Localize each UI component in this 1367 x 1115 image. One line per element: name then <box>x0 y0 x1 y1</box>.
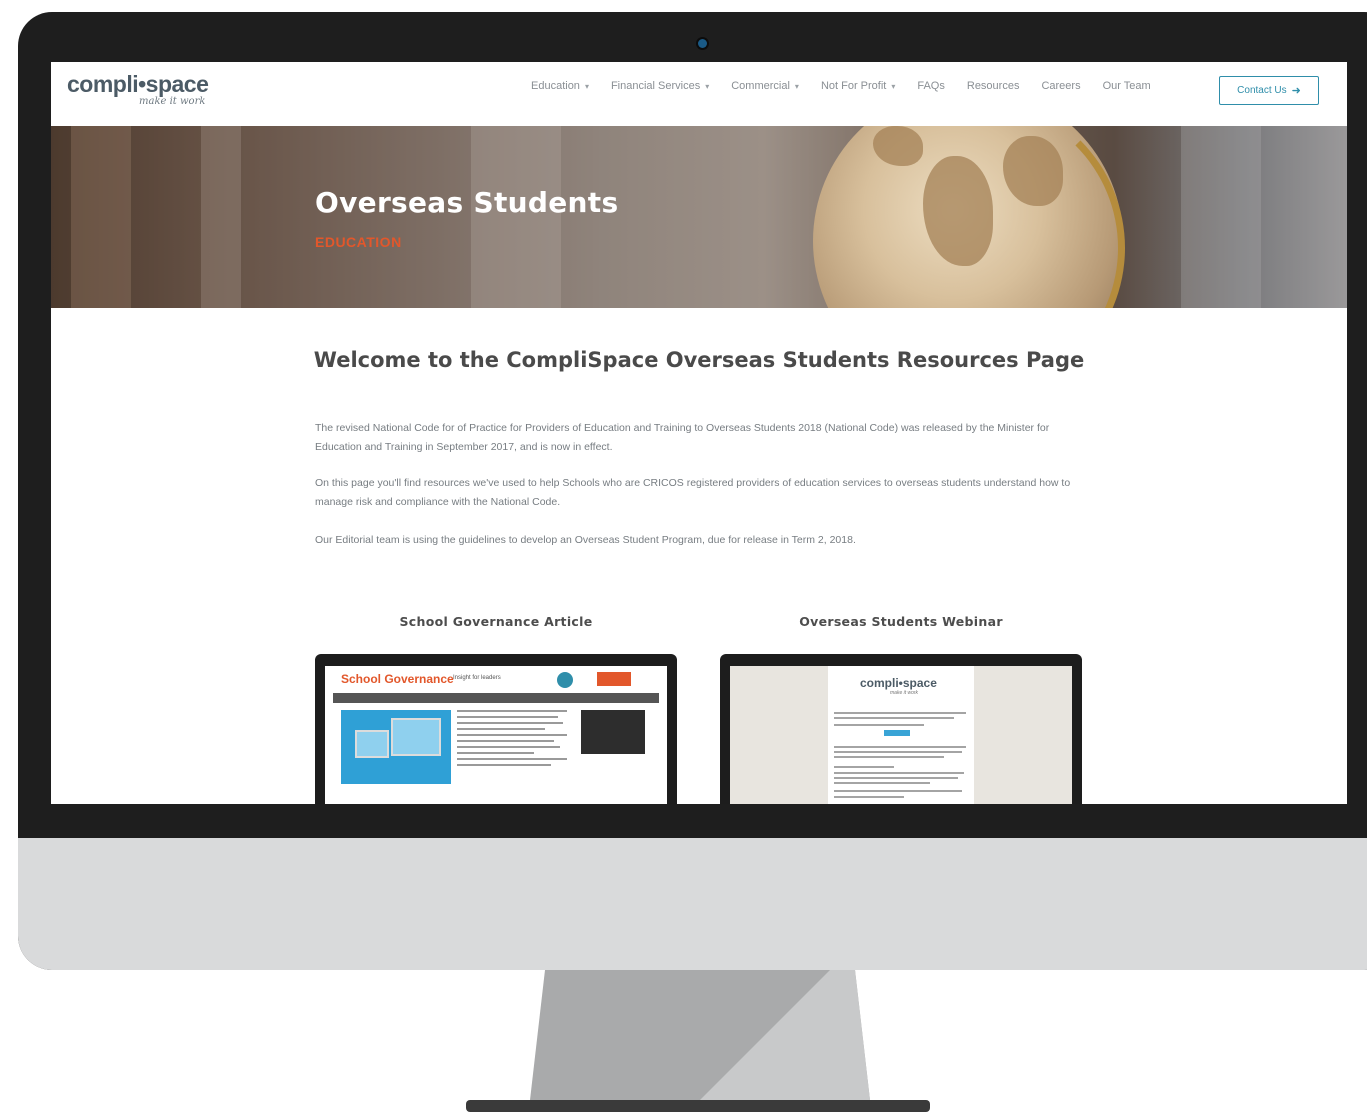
nav-item-label: Commercial <box>731 80 790 92</box>
nav-item-label: Not For Profit <box>820 80 887 92</box>
thumbnail-side-panel <box>974 666 1072 804</box>
hero-overlay <box>51 126 1347 308</box>
main-navigation: Education ▾ Financial Services ▾ Commerc… <box>531 80 1173 92</box>
chevron-down-icon: ▾ <box>705 81 710 91</box>
webinar-thumbnail[interactable]: compli•space make it work <box>720 654 1082 804</box>
thumbnail-tagline: Insight for leaders <box>453 675 501 681</box>
nav-item-label: Resources <box>966 80 1020 92</box>
thumbnail-register-button <box>884 730 910 736</box>
nav-item-not-for-profit[interactable]: Not For Profit ▾ <box>821 80 895 92</box>
page-category: EDUCATION <box>315 234 402 250</box>
browser-viewport: compli•space make it work Education ▾ Fi… <box>51 62 1347 804</box>
thumbnail-title: School Governance <box>341 672 454 686</box>
chevron-down-icon: ▾ <box>584 81 589 91</box>
resource-title-webinar[interactable]: Overseas Students Webinar <box>720 614 1082 629</box>
thumbnail-email-document: compli•space make it work <box>828 666 974 804</box>
thumbnail-navbar <box>333 693 659 703</box>
contact-us-label: Contact Us <box>1237 85 1287 96</box>
thumbnail-screen: compli•space make it work <box>730 666 1072 804</box>
logo-wordmark: compli•space <box>67 71 209 97</box>
nav-item-commercial[interactable]: Commercial ▾ <box>731 80 799 92</box>
thumbnail-side-panel <box>730 666 828 804</box>
nav-item-faqs[interactable]: FAQs <box>917 80 945 92</box>
thumbnail-text-block <box>457 710 567 770</box>
nav-item-careers[interactable]: Careers <box>1041 80 1080 92</box>
site-header: compli•space make it work Education ▾ Fi… <box>51 62 1347 126</box>
globe-stand-ring <box>821 126 1125 308</box>
nav-item-our-team[interactable]: Our Team <box>1103 80 1151 92</box>
nav-item-resources[interactable]: Resources <box>967 80 1020 92</box>
complispace-logo[interactable]: compli•space make it work <box>67 71 209 107</box>
thumbnail-button <box>597 672 631 686</box>
device-icon <box>391 718 441 756</box>
resources-paragraph: On this page you'll find resources we've… <box>315 477 1071 508</box>
school-governance-thumbnail[interactable]: School Governance Insight for leaders <box>315 654 677 804</box>
thumbnail-screen: School Governance Insight for leaders <box>325 666 667 804</box>
nav-item-label: Careers <box>1041 80 1081 92</box>
hero-banner: Overseas Students EDUCATION <box>51 126 1347 308</box>
nav-item-label: Financial Services <box>610 80 701 92</box>
chevron-down-icon: ▾ <box>794 81 799 91</box>
device-icon <box>355 730 389 758</box>
thumbnail-dark-panel <box>581 710 645 754</box>
logo-tagline: make it work <box>139 96 206 107</box>
badge-icon <box>557 672 573 688</box>
contact-us-button[interactable]: Contact Us ➜ <box>1219 76 1319 105</box>
nav-item-label: Education <box>531 80 580 92</box>
chevron-down-icon: ▾ <box>891 81 896 91</box>
content-heading: Welcome to the CompliSpace Overseas Stud… <box>313 348 1085 372</box>
arrow-circle-icon: ➜ <box>1291 85 1301 97</box>
resource-title-article[interactable]: School Governance Article <box>315 614 677 629</box>
nav-item-financial-services[interactable]: Financial Services ▾ <box>611 80 709 92</box>
intro-paragraph: The revised National Code for of Practic… <box>315 422 1050 453</box>
nav-item-label: Our Team <box>1102 80 1151 92</box>
thumbnail-logo-tagline: make it work <box>890 690 919 696</box>
thumbnail-logo: compli•space <box>860 676 937 690</box>
page-title: Overseas Students <box>315 186 619 219</box>
nav-item-education[interactable]: Education ▾ <box>531 80 589 92</box>
nav-item-label: FAQs <box>917 80 945 92</box>
thumbnail-hero-image <box>341 710 451 784</box>
program-paragraph: Our Editorial team is using the guidelin… <box>315 534 856 546</box>
